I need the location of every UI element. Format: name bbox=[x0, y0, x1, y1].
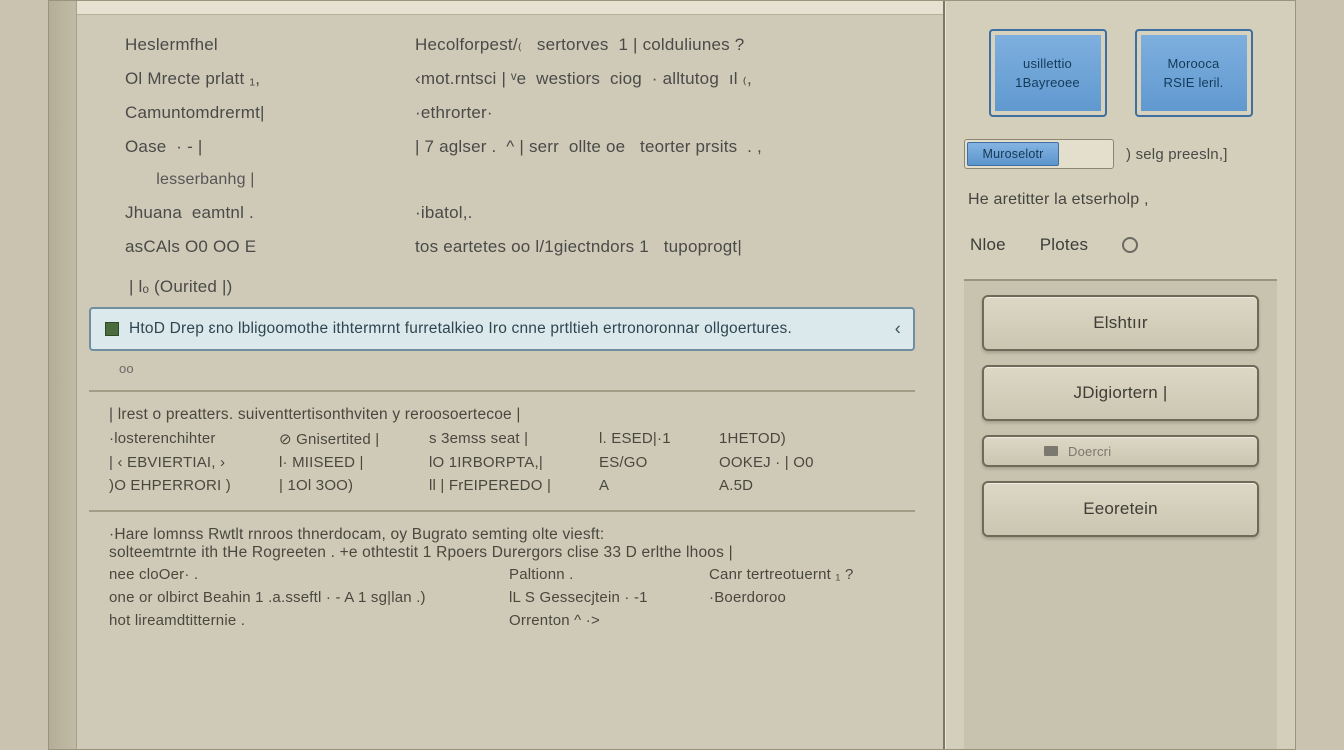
tiny-label: oo bbox=[119, 357, 943, 384]
cell: Orrenton ^ ·> bbox=[509, 612, 709, 629]
toggle-row: Muroselotr ) selg preesln,] bbox=[964, 139, 1277, 169]
cell: ES/GO bbox=[599, 454, 719, 471]
cell: Paltionn . bbox=[509, 566, 709, 583]
button-label: Doercri bbox=[1068, 444, 1111, 459]
cell: l. ESED|·1 bbox=[599, 430, 719, 448]
cell: A.5D bbox=[719, 477, 895, 494]
tile-label: RSIE leril. bbox=[1164, 75, 1224, 90]
toggle-on-label: Muroselotr bbox=[982, 147, 1043, 161]
def-term: Oase · - | bbox=[125, 137, 395, 157]
mode-toggle[interactable]: Muroselotr bbox=[964, 139, 1114, 169]
def-value: Hecolforpest/₍ sertorves 1 | colduliunes… bbox=[415, 35, 903, 55]
info-banner[interactable]: HtoD Drep ɛno lbligoomothe ithtermrnt fu… bbox=[89, 307, 915, 351]
tile-label: usillettio bbox=[1023, 56, 1072, 71]
cell: 1HETOD) bbox=[719, 430, 895, 448]
cell: nee cloOer· . bbox=[109, 566, 509, 583]
cell: lL S Gessecjtein · -1 bbox=[509, 589, 709, 606]
cell: lO 1IRBORPTA,| bbox=[429, 454, 599, 471]
side-panel: usillettio 1Bayreoee Morooca RSIE leril.… bbox=[945, 1, 1295, 749]
def-value: ·ethrorter· bbox=[415, 103, 903, 123]
cell: ⊘ Gnisertited | bbox=[279, 430, 429, 448]
panel2-line: ·Hare lomnss Rwtlt rnroos thnerdocam, oy… bbox=[109, 526, 895, 544]
cell: OOKEJ · | O0 bbox=[719, 454, 895, 471]
tile-1[interactable]: usillettio 1Bayreoee bbox=[989, 29, 1107, 117]
cell: ll | FrEIPEREDO | bbox=[429, 477, 599, 494]
def-value: tos eartetes oo l/1giectndors 1 tupoprog… bbox=[415, 237, 903, 257]
def-subterm: lesserbanhg | bbox=[125, 171, 395, 189]
def-value bbox=[415, 171, 903, 189]
cell: hot lireamdtitternie . bbox=[109, 612, 509, 629]
def-value: ·ibatol,. bbox=[415, 203, 903, 223]
main-panel: Heslermfhel Hecolforpest/₍ sertorves 1 |… bbox=[49, 1, 945, 749]
cell: Canr tertreotuernt ₁ ? bbox=[709, 566, 895, 583]
card-icon bbox=[1044, 446, 1058, 456]
app-frame: Heslermfhel Hecolforpest/₍ sertorves 1 |… bbox=[48, 0, 1296, 750]
tile-2[interactable]: Morooca RSIE leril. bbox=[1135, 29, 1253, 117]
button-label: Elshtıır bbox=[1093, 313, 1148, 333]
preset-label: ) selg preesln,] bbox=[1126, 146, 1228, 163]
address-strip[interactable] bbox=[77, 1, 943, 15]
def-term: asCAls O0 OO E bbox=[125, 237, 395, 257]
banner-text: HtoD Drep ɛno lbligoomothe ithtermrnt fu… bbox=[129, 320, 792, 338]
button-column: Elshtıır JDigiortern | Doercri Eeoretein bbox=[964, 279, 1277, 749]
def-term: Jhuana eamtnl . bbox=[125, 203, 395, 223]
cell: | 1Ol 3OO) bbox=[279, 477, 429, 494]
banner-square-icon bbox=[105, 322, 119, 336]
definition-block: Heslermfhel Hecolforpest/₍ sertorves 1 |… bbox=[77, 15, 943, 297]
tab-nloe[interactable]: Nloe bbox=[970, 235, 1006, 255]
left-rail bbox=[49, 1, 77, 749]
button-label: JDigiortern | bbox=[1074, 383, 1168, 403]
cell: one or olbirct Beahin 1 .a.sseftl · - A … bbox=[109, 589, 509, 606]
tile-label: 1Bayreoee bbox=[1015, 75, 1080, 90]
tab-plotes[interactable]: Plotes bbox=[1040, 235, 1088, 255]
def-term: Heslermfhel bbox=[125, 35, 395, 55]
def-term: Ol Mrecte prlatt ₁, bbox=[125, 69, 395, 89]
cell: A bbox=[599, 477, 719, 494]
cell: l· MIISEED | bbox=[279, 454, 429, 471]
def-value: | 7 aglser . ^ | serr ollte oe teorter p… bbox=[415, 137, 903, 157]
results-panel-2: ·Hare lomnss Rwtlt rnroos thnerdocam, oy… bbox=[89, 510, 915, 639]
results-panel-1: | lrest o preatters. suiventtertisonthvi… bbox=[89, 390, 915, 504]
cell: s 3emss seat | bbox=[429, 430, 599, 448]
cell: | ‹ EBVIERTIAI, › bbox=[109, 454, 279, 471]
cell: ·losterenchihter bbox=[109, 430, 279, 448]
button-jdigiortern[interactable]: JDigiortern | bbox=[982, 365, 1259, 421]
panel2-line: solteemtrnte ith tHe Rogreeten . +e otht… bbox=[109, 544, 895, 562]
panel1-table: ·losterenchihter ⊘ Gnisertited | s 3emss… bbox=[109, 430, 895, 494]
toggle-knob: Muroselotr bbox=[967, 142, 1059, 166]
button-label: Eeoretein bbox=[1083, 499, 1158, 519]
def-orphan: | lₒ (Ourited |) bbox=[125, 271, 903, 297]
button-eeoretein[interactable]: Eeoretein bbox=[982, 481, 1259, 537]
button-dim[interactable]: Doercri bbox=[982, 435, 1259, 467]
def-value: ‹mot.rntsci | ᵛe westiors ciog · alltuto… bbox=[415, 69, 903, 89]
tile-row: usillettio 1Bayreoee Morooca RSIE leril. bbox=[964, 29, 1277, 117]
def-term: Camuntomdrermt| bbox=[125, 103, 395, 123]
button-elshtir[interactable]: Elshtıır bbox=[982, 295, 1259, 351]
tab-radio-icon[interactable] bbox=[1122, 237, 1138, 253]
tile-label: Morooca bbox=[1168, 56, 1220, 71]
side-tabs: Nloe Plotes bbox=[964, 233, 1277, 257]
cell: ·Boerdoroo bbox=[709, 589, 895, 606]
chevron-left-icon[interactable]: ‹ bbox=[895, 319, 901, 340]
cell bbox=[709, 612, 895, 629]
cell: )O EHPERRORI ) bbox=[109, 477, 279, 494]
side-note: He aretitter la etserholp , bbox=[964, 187, 1277, 209]
panel1-title: | lrest o preatters. suiventtertisonthvi… bbox=[109, 406, 895, 424]
